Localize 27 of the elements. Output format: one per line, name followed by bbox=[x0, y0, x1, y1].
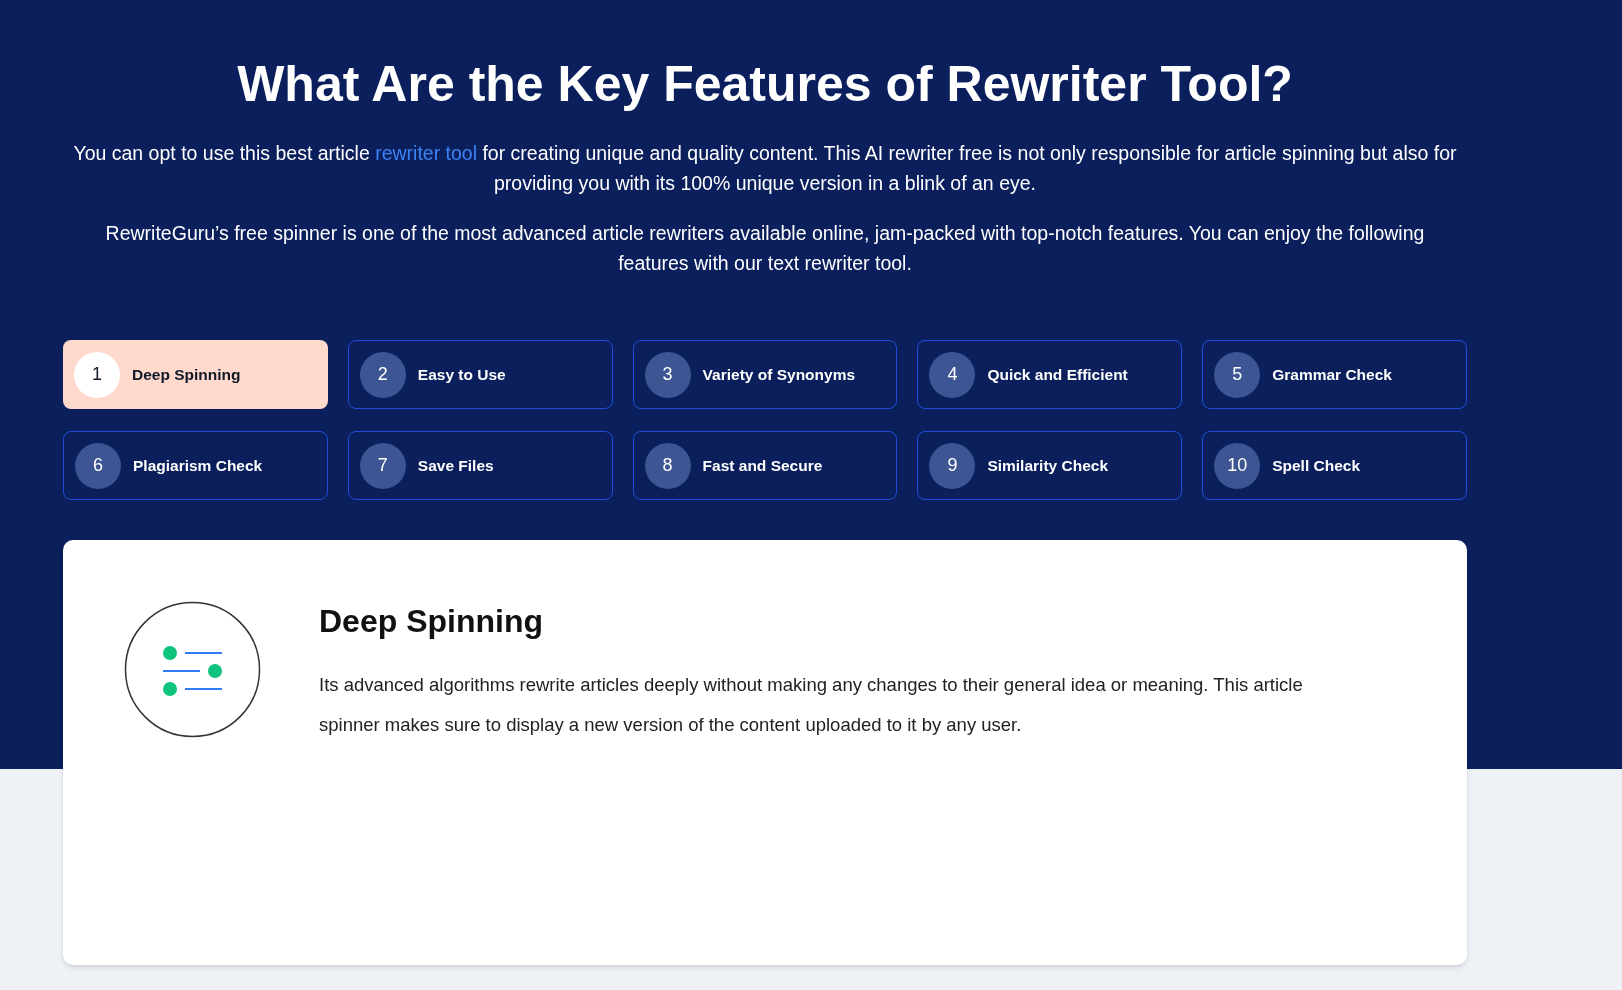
feature-tab[interactable]: 10 Spell Check bbox=[1202, 431, 1467, 500]
feature-tab[interactable]: 1 Deep Spinning bbox=[63, 340, 328, 409]
number-badge: 8 bbox=[644, 442, 691, 489]
feature-tab[interactable]: 5 Grammar Check bbox=[1202, 340, 1467, 409]
feature-tab[interactable]: 7 Save Files bbox=[347, 431, 613, 500]
number-badge: 9 bbox=[929, 442, 976, 489]
feature-tab[interactable]: 8 Fast and Secure bbox=[632, 431, 898, 500]
sliders-icon bbox=[124, 601, 261, 738]
number-badge: 6 bbox=[75, 442, 121, 489]
feature-tab[interactable]: 9 Similarity Check bbox=[917, 431, 1183, 500]
feature-tab[interactable]: 3 Variety of Synonyms bbox=[632, 340, 898, 409]
number-badge: 2 bbox=[359, 351, 406, 398]
feature-tab[interactable]: 2 Easy to Use bbox=[347, 340, 613, 409]
intro-paragraph: You can opt to use this best article rewriter tool for creating unique and quality content. This AI rewriter free is not only responsible for article spinning but also for providing you with its 100% unique version in a blink of an eye. bbox=[72, 141, 1458, 196]
number-badge: 5 bbox=[1214, 351, 1261, 398]
number-badge: 10 bbox=[1214, 442, 1261, 489]
feature-tab[interactable]: 6 Plagiarism Check bbox=[63, 431, 328, 500]
number-badge: 4 bbox=[929, 351, 976, 398]
feature-tab[interactable]: 4 Quick and Efficient bbox=[917, 340, 1183, 409]
features-paragraph: RewriteGuru’s free spinner is one of the most advanced article rewriters available online, jam-packed with top-notch features. You can enjoy the following features with our text rewriter tool. bbox=[104, 221, 1426, 276]
section-heading: What Are the Key Features of Rewriter Tool? bbox=[236, 55, 1294, 114]
number-badge: 3 bbox=[644, 351, 691, 398]
number-badge: 1 bbox=[74, 351, 120, 398]
number-badge: 7 bbox=[359, 442, 406, 489]
rewriter-tool-link[interactable]: rewriter tool bbox=[375, 142, 478, 164]
feature-title: Deep Spinning bbox=[319, 602, 544, 641]
feature-description: Its advanced algorithms rewrite articles deeply without making any changes to their general idea or meaning. This article spinner makes sure to display a new version of the content uploaded to it by any user. bbox=[319, 673, 1304, 737]
